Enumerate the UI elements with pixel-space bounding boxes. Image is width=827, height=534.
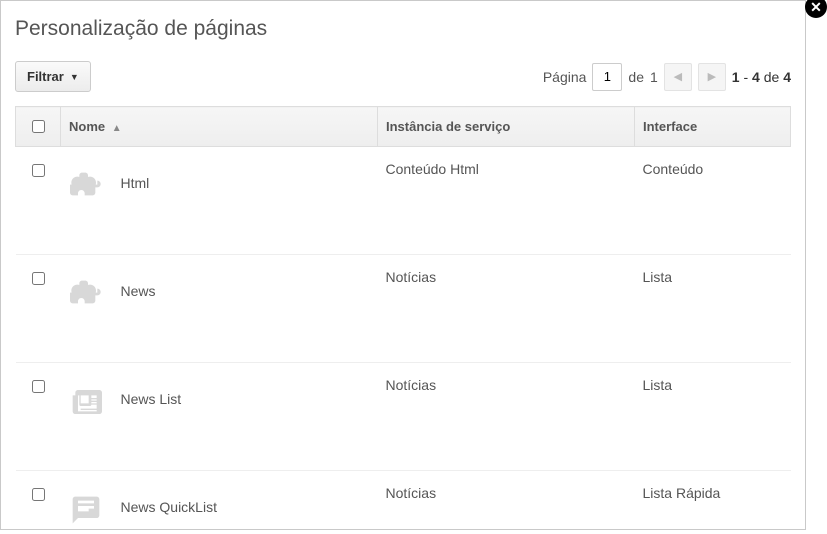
next-page-button[interactable]: ▶ — [698, 63, 726, 91]
close-icon[interactable]: ✕ — [805, 0, 827, 18]
chevron-down-icon: ▼ — [70, 72, 79, 82]
filter-label: Filtrar — [27, 69, 64, 84]
chat-icon — [69, 493, 103, 527]
page-range: 1 - 4 de 4 — [732, 69, 791, 85]
header-checkbox-cell — [16, 107, 61, 147]
row-name: News QuickList — [121, 493, 217, 515]
row-service: Conteúdo Html — [378, 147, 635, 255]
row-service: Notícias — [378, 471, 635, 531]
row-interface: Lista — [635, 363, 791, 471]
row-name: News List — [121, 385, 182, 407]
table-row[interactable]: News NotíciasLista — [16, 255, 791, 363]
table-row[interactable]: Html Conteúdo HtmlConteúdo — [16, 147, 791, 255]
prev-page-button[interactable]: ◀ — [664, 63, 692, 91]
row-checkbox[interactable] — [32, 488, 45, 501]
row-name: News — [121, 277, 156, 299]
page-input[interactable] — [592, 63, 622, 91]
results-table: Nome ▲ Instância de serviço Interface Ht… — [15, 106, 791, 530]
puzzle-icon — [69, 169, 103, 203]
table-row[interactable]: News List NotíciasLista — [16, 363, 791, 471]
row-checkbox[interactable] — [32, 272, 45, 285]
total-pages: 1 — [650, 69, 658, 85]
header-service[interactable]: Instância de serviço — [378, 107, 635, 147]
newspaper-icon — [69, 385, 103, 419]
row-interface: Conteúdo — [635, 147, 791, 255]
toolbar: Filtrar ▼ Página de 1 ◀ ▶ 1 - 4 de 4 — [1, 61, 805, 106]
table-row[interactable]: News QuickList NotíciasLista Rápida — [16, 471, 791, 531]
header-service-label: Instância de serviço — [386, 119, 510, 134]
row-interface: Lista — [635, 255, 791, 363]
header-interface-label: Interface — [643, 119, 697, 134]
modal: Personalização de páginas Filtrar ▼ Pági… — [0, 0, 806, 530]
header-interface[interactable]: Interface — [635, 107, 791, 147]
pager: Página de 1 ◀ ▶ 1 - 4 de 4 — [543, 63, 791, 91]
puzzle-icon — [69, 277, 103, 311]
filter-button[interactable]: Filtrar ▼ — [15, 61, 91, 92]
header-name-label: Nome — [69, 119, 105, 134]
page-title: Personalização de páginas — [1, 1, 805, 61]
header-name[interactable]: Nome ▲ — [61, 107, 378, 147]
row-interface: Lista Rápida — [635, 471, 791, 531]
row-checkbox[interactable] — [32, 164, 45, 177]
select-all-checkbox[interactable] — [32, 120, 45, 133]
row-checkbox[interactable] — [32, 380, 45, 393]
row-name: Html — [121, 169, 150, 191]
of-label: de — [628, 69, 644, 85]
row-service: Notícias — [378, 255, 635, 363]
page-label: Página — [543, 69, 587, 85]
sort-asc-icon: ▲ — [112, 123, 122, 134]
row-service: Notícias — [378, 363, 635, 471]
